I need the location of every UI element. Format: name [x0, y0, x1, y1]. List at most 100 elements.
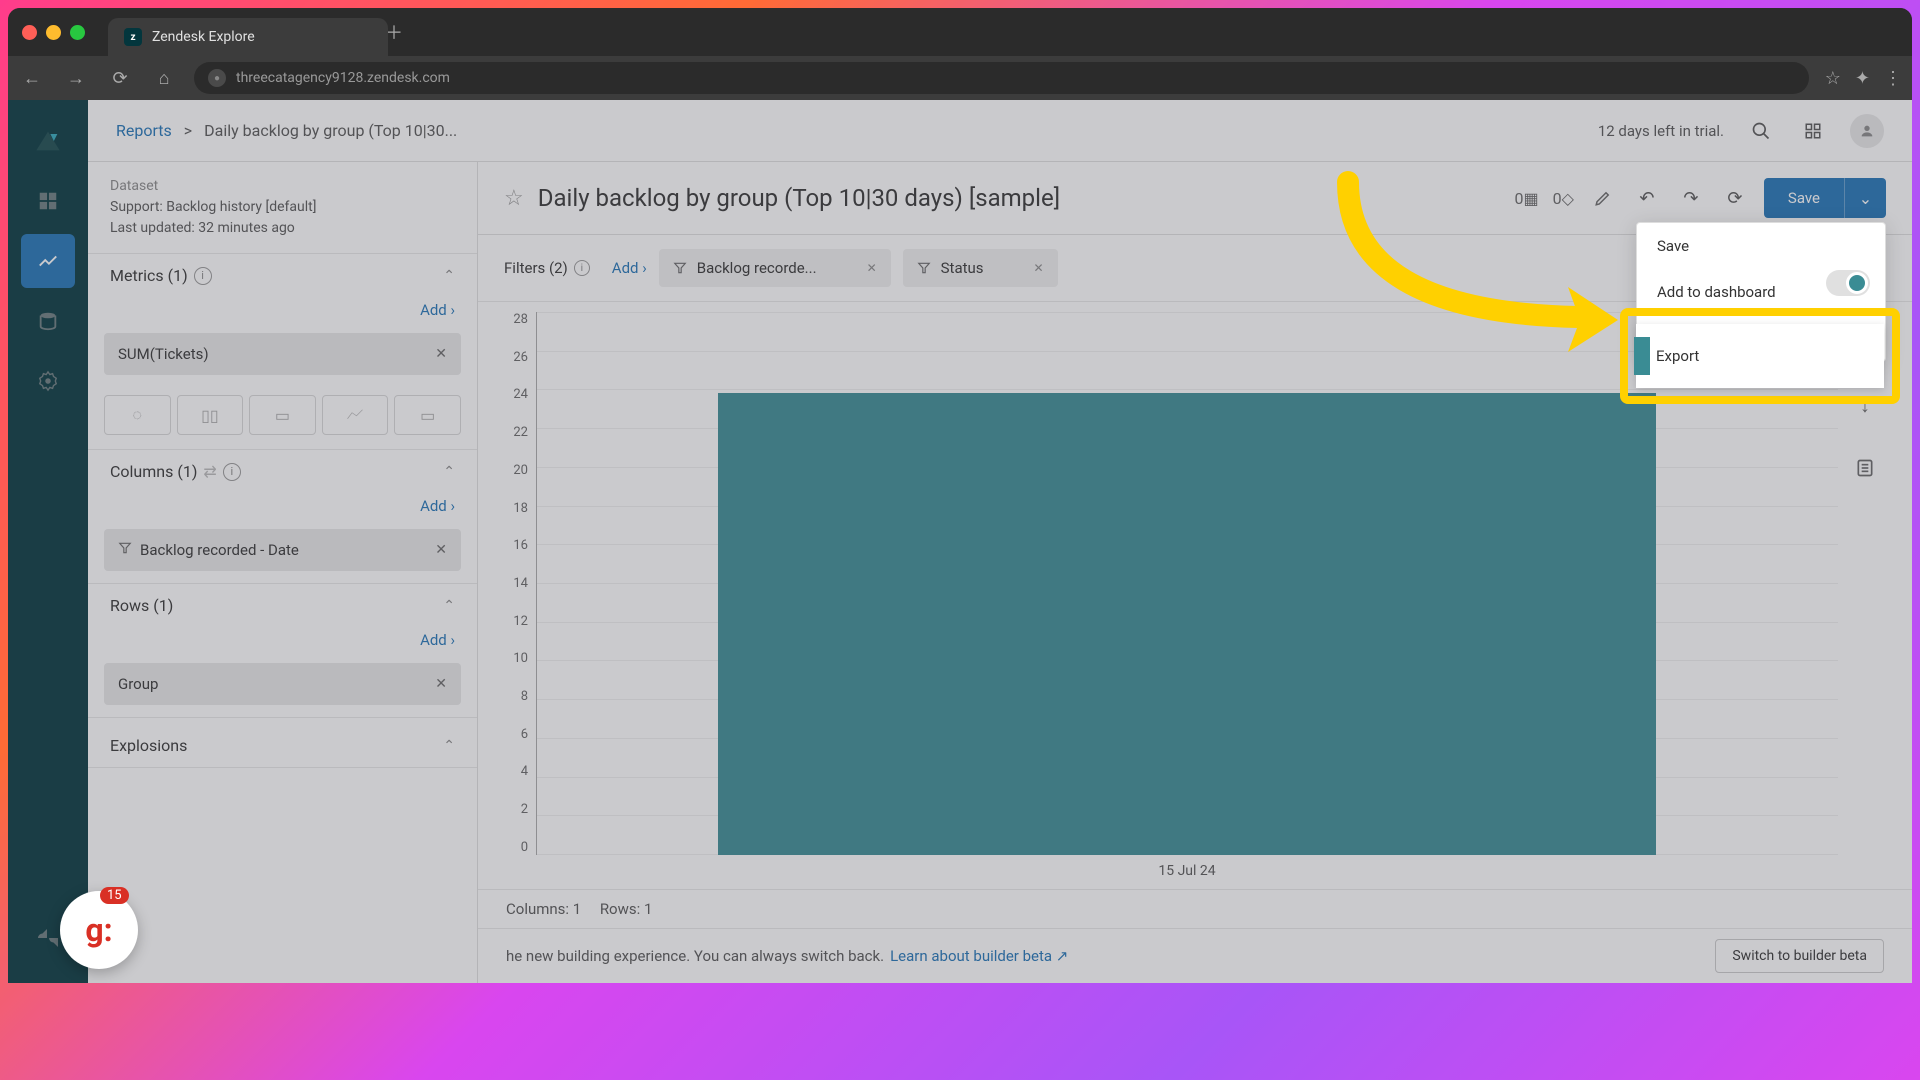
dataset-info: Dataset Support: Backlog history [defaul… [88, 162, 477, 254]
browser-window: z Zendesk Explore ＋ ← → ⟳ ⌂ ● threecatag… [8, 8, 1912, 983]
maximize-window-icon[interactable] [70, 25, 85, 40]
remove-metric-icon[interactable]: ✕ [435, 346, 447, 362]
calculations-icon[interactable] [1855, 458, 1875, 483]
filter-chip-status[interactable]: Status ✕ [903, 249, 1058, 287]
save-dropdown-button[interactable]: ⌄ [1844, 178, 1886, 218]
row-chip[interactable]: Group ✕ [104, 663, 461, 705]
toggle-badge[interactable] [1826, 270, 1870, 296]
search-icon[interactable] [1746, 116, 1776, 146]
config-sidebar: Dataset Support: Backlog history [defaul… [88, 162, 478, 983]
refresh-icon[interactable]: ⟳ [1720, 183, 1750, 213]
dataset-updated: Last updated: 32 minutes ago [110, 218, 455, 239]
swap-icon[interactable]: ⇄ [203, 462, 216, 481]
reload-button[interactable]: ⟳ [106, 64, 134, 92]
result-summary: Columns: 1 Rows: 1 [478, 889, 1912, 928]
beta-link[interactable]: Learn about builder beta ↗ [890, 947, 1068, 965]
annotation-arrow-icon [1318, 142, 1698, 382]
save-button[interactable]: Save [1764, 178, 1844, 218]
tab-title: Zendesk Explore [152, 29, 255, 45]
explore-logo-icon[interactable] [21, 114, 75, 168]
metrics-header[interactable]: Metrics (1) i ⌃ [88, 254, 477, 297]
browser-actions: ☆ ✦ ⋮ [1825, 68, 1902, 89]
bar[interactable] [718, 393, 1655, 855]
info-icon[interactable]: i [574, 260, 590, 276]
nav-settings-icon[interactable] [21, 354, 75, 408]
chevron-up-icon[interactable]: ⌃ [443, 738, 455, 754]
row-chip-label: Group [118, 675, 158, 693]
dataset-label: Dataset [110, 176, 455, 197]
metrics-title: Metrics (1) [110, 266, 188, 285]
rows-section: Rows (1) ⌃ Add › Group ✕ [88, 584, 477, 718]
filter-chip-backlog[interactable]: Backlog recorde... ✕ [659, 249, 891, 287]
explosions-header[interactable]: Explosions ⌃ [88, 718, 477, 767]
browser-tab-strip: z Zendesk Explore ＋ [8, 8, 1912, 56]
viz-column-icon[interactable]: ▯▯ [177, 395, 244, 435]
url-text: threecatagency9128.zendesk.com [236, 70, 450, 86]
chevron-up-icon[interactable]: ⌃ [443, 268, 455, 284]
minimize-window-icon[interactable] [46, 25, 61, 40]
breadcrumb-root-link[interactable]: Reports [116, 121, 172, 140]
browser-tab[interactable]: z Zendesk Explore [108, 18, 388, 56]
columns-header[interactable]: Columns (1) ⇄ i ⌃ [88, 450, 477, 493]
column-chip[interactable]: Backlog recorded - Date ✕ [104, 529, 461, 571]
info-icon[interactable]: i [194, 267, 212, 285]
metric-chip[interactable]: SUM(Tickets) ✕ [104, 333, 461, 375]
notification-glyph: g: [85, 911, 112, 949]
save-button-group: Save ⌄ [1764, 178, 1886, 218]
remove-row-icon[interactable]: ✕ [435, 676, 447, 692]
nav-datasets-icon[interactable] [21, 294, 75, 348]
breadcrumb: Reports > Daily backlog by group (Top 10… [116, 121, 457, 140]
apps-grid-icon[interactable] [1798, 116, 1828, 146]
filter-icon [917, 261, 931, 275]
browser-menu-icon[interactable]: ⋮ [1884, 68, 1902, 89]
metric-chip-label: SUM(Tickets) [118, 345, 209, 363]
browser-toolbar: ← → ⟳ ⌂ ● threecatagency9128.zendesk.com… [8, 56, 1912, 100]
columns-count: Columns: 1 [506, 900, 581, 918]
filters-label: Filters (2) i [504, 259, 590, 277]
viz-line-icon[interactable] [322, 395, 389, 435]
rows-add-button[interactable]: Add › [88, 627, 477, 657]
remove-column-icon[interactable]: ✕ [435, 542, 447, 558]
main: Dataset Support: Backlog history [defaul… [88, 162, 1912, 983]
content-area: ☆ Daily backlog by group (Top 10|30 days… [478, 162, 1912, 983]
columns-title: Columns (1) [110, 462, 197, 481]
avatar[interactable] [1850, 114, 1884, 148]
back-button[interactable]: ← [18, 64, 46, 92]
switch-beta-button[interactable]: Switch to builder beta [1715, 939, 1884, 973]
remove-filter-icon[interactable]: ✕ [867, 261, 877, 275]
nav-reports-icon[interactable] [21, 234, 75, 288]
rows-title: Rows (1) [110, 596, 173, 615]
notification-badge[interactable]: g: 15 [60, 891, 138, 969]
metrics-section: Metrics (1) i ⌃ Add › SUM(Tickets) ✕ ◌ ▯… [88, 254, 477, 450]
extensions-icon[interactable]: ✦ [1855, 68, 1870, 89]
breadcrumb-separator: > [184, 121, 192, 140]
trial-text: 12 days left in trial. [1598, 122, 1724, 140]
url-bar[interactable]: ● threecatagency9128.zendesk.com [194, 62, 1809, 94]
site-info-icon[interactable]: ● [208, 69, 226, 87]
bookmark-icon[interactable]: ☆ [1825, 68, 1841, 89]
home-button[interactable]: ⌂ [150, 64, 178, 92]
rows-header[interactable]: Rows (1) ⌃ [88, 584, 477, 627]
viz-bar-icon[interactable]: ▭ [249, 395, 316, 435]
forward-button[interactable]: → [62, 64, 90, 92]
filter-add-button[interactable]: Add › [612, 259, 647, 277]
filter-icon [118, 541, 132, 559]
info-icon[interactable]: i [223, 463, 241, 481]
app-area: Reports > Daily backlog by group (Top 10… [8, 100, 1912, 983]
viz-drop-icon[interactable]: ◌ [104, 395, 171, 435]
viz-comment-icon[interactable]: ▭ [394, 395, 461, 435]
viz-type-buttons: ◌ ▯▯ ▭ ▭ [88, 387, 477, 449]
close-window-icon[interactable] [22, 25, 37, 40]
filter-chip-label: Status [941, 259, 984, 277]
chevron-up-icon[interactable]: ⌃ [443, 598, 455, 614]
remove-filter-icon[interactable]: ✕ [1034, 261, 1044, 275]
chevron-up-icon[interactable]: ⌃ [443, 464, 455, 480]
metrics-add-button[interactable]: Add › [88, 297, 477, 327]
nav-dashboards-icon[interactable] [21, 174, 75, 228]
columns-section: Columns (1) ⇄ i ⌃ Add › Backlog recorded… [88, 450, 477, 584]
columns-add-button[interactable]: Add › [88, 493, 477, 523]
explosions-section: Explosions ⌃ [88, 718, 477, 768]
y-axis: 2826242220181614121086420 [488, 312, 536, 879]
filter-icon [673, 261, 687, 275]
favorite-star-icon[interactable]: ☆ [504, 186, 524, 211]
